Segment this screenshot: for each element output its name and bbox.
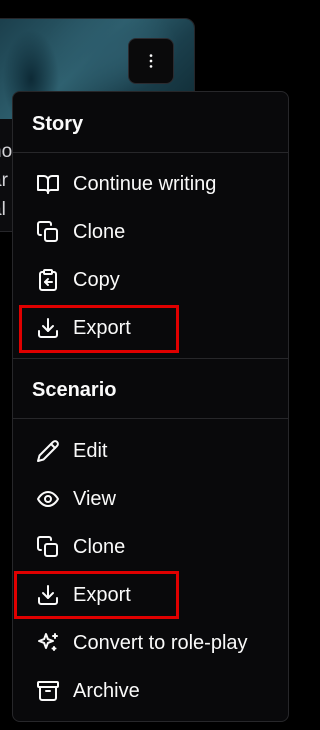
divider <box>13 358 288 359</box>
eye-icon <box>35 486 61 512</box>
sparkles-icon <box>35 630 61 656</box>
menu-item-archive[interactable]: Archive <box>21 669 280 713</box>
menu-item-scenario-view[interactable]: View <box>21 477 280 521</box>
menu-item-label: Export <box>73 583 131 606</box>
menu-item-label: View <box>73 487 116 510</box>
menu-item-scenario-edit[interactable]: Edit <box>21 429 280 473</box>
divider <box>13 152 288 153</box>
menu-item-label: Continue writing <box>73 172 217 195</box>
menu-item-label: Edit <box>73 439 108 462</box>
menu-item-label: Clone <box>73 220 126 243</box>
menu-item-convert-to-role-play[interactable]: Convert to role-play <box>21 621 280 665</box>
download-icon <box>35 315 61 341</box>
menu-item-label: Clone <box>73 535 126 558</box>
actions-dropdown-menu: Story Continue writing Clone Copy Export <box>12 91 289 722</box>
menu-item-scenario-export[interactable]: Export <box>21 573 280 617</box>
menu-item-story-export[interactable]: Export <box>21 306 280 350</box>
menu-item-label: Copy <box>73 268 120 291</box>
menu-item-label: Archive <box>73 679 140 702</box>
screen: no ar al Story Continue writing Clone <box>0 0 303 730</box>
menu-item-story-clone[interactable]: Clone <box>21 210 280 254</box>
menu-item-label: Export <box>73 316 131 339</box>
copy-icon <box>35 219 61 245</box>
menu-item-story-copy[interactable]: Copy <box>21 258 280 302</box>
more-vertical-icon <box>149 54 153 68</box>
archive-icon <box>35 678 61 704</box>
copy-icon <box>35 534 61 560</box>
clipboard-icon <box>35 267 61 293</box>
section-title-story: Story <box>32 113 84 135</box>
download-icon <box>35 582 61 608</box>
menu-item-continue-writing[interactable]: Continue writing <box>21 162 280 206</box>
pencil-icon <box>35 438 61 464</box>
divider <box>13 418 288 419</box>
menu-item-scenario-clone[interactable]: Clone <box>21 525 280 569</box>
book-open-icon <box>35 171 61 197</box>
more-options-button[interactable] <box>128 38 174 84</box>
section-title-scenario: Scenario <box>32 379 117 401</box>
menu-item-label: Convert to role-play <box>73 631 248 654</box>
